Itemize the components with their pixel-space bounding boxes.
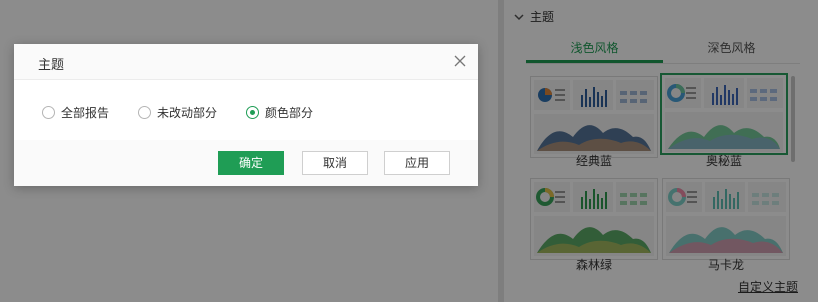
dialog-body: 全部报告 未改动部分 颜色部分 (14, 80, 478, 140)
confirm-button[interactable]: 确定 (218, 151, 284, 175)
theme-dialog: 主题 全部报告 未改动部分 颜色部分 确定 取消 应用 (14, 44, 478, 186)
radio-color-parts[interactable]: 颜色部分 (246, 104, 313, 121)
dialog-footer: 确定 取消 应用 (14, 140, 478, 186)
radio-indicator[interactable] (246, 106, 259, 119)
radio-indicator[interactable] (138, 106, 151, 119)
radio-label: 未改动部分 (157, 106, 218, 120)
radio-all-reports[interactable]: 全部报告 (42, 104, 109, 121)
dialog-title: 主题 (38, 58, 65, 73)
dialog-header: 主题 (14, 44, 478, 80)
radio-label: 全部报告 (61, 106, 110, 120)
close-icon[interactable] (454, 55, 466, 67)
radio-label: 颜色部分 (265, 106, 314, 120)
radio-indicator[interactable] (42, 106, 55, 119)
cancel-button[interactable]: 取消 (302, 151, 368, 175)
radio-unchanged-parts[interactable]: 未改动部分 (138, 104, 217, 121)
apply-button[interactable]: 应用 (384, 151, 450, 175)
